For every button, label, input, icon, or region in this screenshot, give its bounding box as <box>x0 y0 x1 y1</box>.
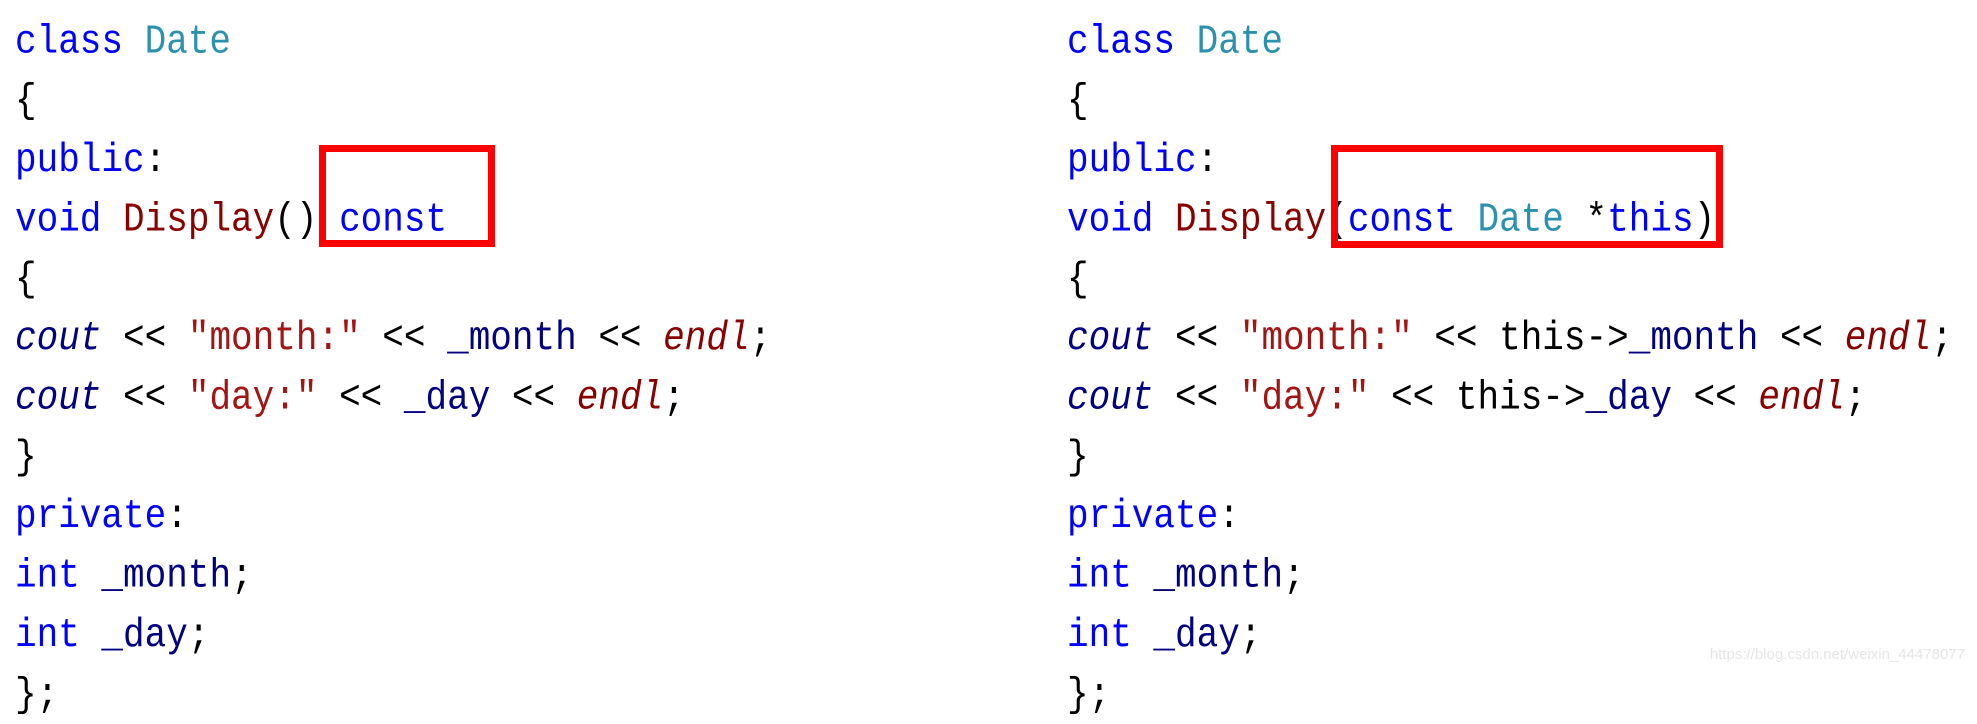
code-token: << <box>576 315 664 362</box>
code-line: cout << "day:" << this->_day << endl; <box>1067 368 1953 427</box>
code-token: _day <box>403 374 491 421</box>
code-token: _month <box>101 552 232 599</box>
code-token: int <box>1067 612 1154 659</box>
code-line: { <box>15 71 771 130</box>
code-token: << <box>1153 315 1240 362</box>
watermark: https://blog.csdn.net/weixin_44478077 <box>1709 646 1965 663</box>
code-token: ; <box>1844 374 1867 421</box>
code-token: cout <box>1067 374 1154 421</box>
code-token: ; <box>1283 552 1305 599</box>
code-token: Display <box>1175 196 1327 243</box>
code-token: Date <box>144 18 232 65</box>
code-token: class <box>1067 18 1197 65</box>
code-token: _day <box>1153 612 1240 659</box>
code-token: ; <box>749 315 772 362</box>
right-code-block: class Date{public: void Display(const Dat… <box>1067 12 1953 724</box>
code-token: _day <box>101 612 188 659</box>
code-token: { <box>15 256 37 303</box>
code-token: << <box>101 374 188 421</box>
code-token: "month:" <box>187 315 361 362</box>
code-token: _month <box>1153 552 1284 599</box>
code-token: int <box>15 552 102 599</box>
code-token: << <box>360 315 448 362</box>
code-token: << this-> <box>1412 315 1629 362</box>
code-line: { <box>1067 249 1953 308</box>
code-token: void <box>1067 196 1176 243</box>
code-token: : <box>1196 137 1219 184</box>
code-token: ; <box>231 552 253 599</box>
code-token: "day:" <box>187 374 318 421</box>
code-token: cout <box>1067 315 1154 362</box>
code-line: } <box>15 428 771 487</box>
code-token: void <box>15 196 124 243</box>
code-token: } <box>15 434 37 481</box>
code-line: int _day; <box>15 606 771 665</box>
code-token: _month <box>447 315 577 362</box>
code-token: Date <box>1196 18 1284 65</box>
code-line: cout << "month:" << this->_month << endl… <box>1067 309 1953 368</box>
highlight-box-this-param <box>1331 145 1723 248</box>
code-token: } <box>1067 434 1089 481</box>
code-token: << <box>490 374 577 421</box>
code-token: int <box>1067 552 1154 599</box>
code-token: << <box>317 374 404 421</box>
code-token: private <box>1067 493 1219 540</box>
code-token: { <box>1067 256 1089 303</box>
code-line: cout << "month:" << _month << endl; <box>15 309 771 368</box>
code-line: class Date <box>1067 12 1953 71</box>
left-code-block: class Date{public: void Display() const{c… <box>15 12 771 724</box>
code-token: ; <box>1931 315 1953 362</box>
code-token: { <box>1067 78 1089 124</box>
code-line: int _month; <box>1067 546 1953 605</box>
code-token: : <box>166 493 188 540</box>
code-token: << this-> <box>1369 374 1586 421</box>
code-token: << <box>1153 374 1240 421</box>
code-token: int <box>15 612 102 659</box>
code-token: : <box>1218 493 1240 540</box>
code-line: private: <box>15 487 771 546</box>
code-token: _month <box>1628 315 1759 362</box>
code-line: cout << "day:" << _day << endl; <box>15 368 771 427</box>
code-token: << <box>101 315 188 362</box>
code-token: cout <box>15 315 102 362</box>
code-token: << <box>1758 315 1845 362</box>
code-line: } <box>1067 428 1953 487</box>
code-token: endl <box>576 374 664 421</box>
code-line: { <box>15 249 771 308</box>
code-token: public <box>15 137 145 184</box>
code-token: ; <box>187 612 210 659</box>
code-token: endl <box>663 315 750 362</box>
code-line: }; <box>15 665 771 724</box>
highlight-box-const <box>319 145 495 247</box>
code-token: ; <box>1239 612 1262 659</box>
code-line: }; <box>1067 665 1953 724</box>
code-token: { <box>15 78 37 124</box>
code-token: private <box>15 493 167 540</box>
code-token: endl <box>1844 315 1932 362</box>
code-token: }; <box>1067 671 1111 718</box>
code-line: { <box>1067 71 1953 130</box>
code-token: : <box>144 137 167 184</box>
code-token: "month:" <box>1239 315 1413 362</box>
code-line: class Date <box>15 12 771 71</box>
code-token: Display <box>123 196 275 243</box>
code-token: }; <box>15 671 59 718</box>
code-token: public <box>1067 137 1197 184</box>
code-token: class <box>15 18 145 65</box>
code-token: _day <box>1585 374 1672 421</box>
code-token: cout <box>15 374 102 421</box>
code-token: << <box>1671 374 1759 421</box>
code-token: endl <box>1758 374 1845 421</box>
code-token: ; <box>663 374 685 421</box>
code-line: int _month; <box>15 546 771 605</box>
code-token: "day:" <box>1239 374 1370 421</box>
code-line: private: <box>1067 487 1953 546</box>
